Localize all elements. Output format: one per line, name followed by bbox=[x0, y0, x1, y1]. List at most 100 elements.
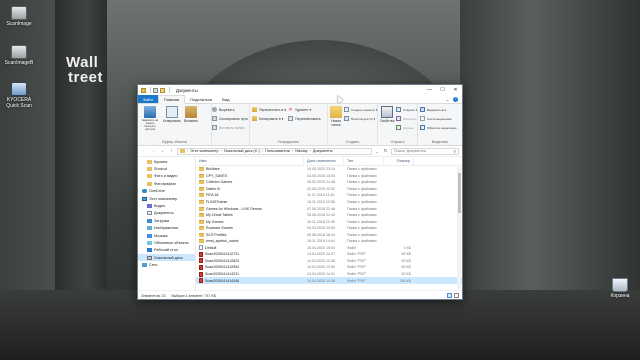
select-all-button[interactable]: Выделить все bbox=[420, 106, 457, 113]
breadcrumb-item[interactable]: Nikolay bbox=[295, 149, 307, 153]
nav-item[interactable]: Shotcut bbox=[138, 165, 195, 172]
nav-item[interactable]: OneDrive bbox=[138, 188, 195, 195]
file-type: Папка с файлами bbox=[347, 186, 377, 191]
collapse-ribbon-icon[interactable]: ⌄ bbox=[445, 97, 450, 102]
search-input[interactable]: Поиск: Документы ⚲ bbox=[391, 147, 459, 155]
close-button[interactable]: ✕ bbox=[449, 85, 462, 95]
desk-icon bbox=[147, 248, 152, 253]
new-folder-quick-icon[interactable] bbox=[160, 87, 165, 93]
file-date: 26.02.2019 21:48 bbox=[307, 180, 335, 185]
status-bar: Элементов: 23 Выбран 1 элемент: 747 КБ bbox=[138, 290, 462, 300]
pin-quick-access-button[interactable]: Закрепить на панели быстрого доступа bbox=[140, 106, 160, 138]
scrollbar-thumb[interactable] bbox=[457, 173, 461, 213]
help-icon[interactable]: ? bbox=[453, 96, 458, 102]
address-dropdown-button[interactable]: ⌄ bbox=[374, 149, 380, 154]
nav-item-label: Рабочий стол bbox=[154, 248, 178, 253]
move-to-button[interactable]: Переместить в ▾ bbox=[252, 106, 286, 113]
file-date: 11.07.2018 11:40 bbox=[307, 193, 335, 198]
tab-3[interactable]: Вид bbox=[217, 95, 234, 103]
nav-item-label: Этот компьютер bbox=[149, 196, 178, 201]
properties-quick-icon[interactable] bbox=[153, 87, 158, 93]
delete-button[interactable]: ✕ Удалить ▾ bbox=[288, 106, 321, 113]
file-date: 14.04.2020 12:38 bbox=[307, 258, 335, 263]
desktop-icon-kyocera[interactable]: KYOCERA Quick Scan bbox=[2, 82, 36, 109]
column-name[interactable]: Имя bbox=[196, 157, 304, 165]
properties-button[interactable]: Свойства bbox=[380, 106, 394, 138]
column-size[interactable]: Размер bbox=[384, 157, 414, 165]
breadcrumb-item[interactable]: Этот компьютер bbox=[190, 149, 218, 153]
large-icons-view-button[interactable] bbox=[454, 293, 459, 298]
folder-icon bbox=[199, 193, 204, 198]
wall-street-sign: Wall treet bbox=[66, 54, 104, 86]
nav-item-label: Локальный диск bbox=[154, 255, 183, 260]
nav-item[interactable]: Рабочий стол bbox=[138, 247, 195, 254]
recent-locations-button[interactable]: ⌄ bbox=[159, 148, 166, 155]
up-button[interactable]: ↑ bbox=[168, 148, 175, 155]
nav-item[interactable]: Видео bbox=[138, 202, 195, 209]
nav-item[interactable]: Объемные объекты bbox=[138, 239, 195, 246]
nav-item[interactable]: Загрузки bbox=[138, 217, 195, 224]
file-type: Папка с файлами bbox=[347, 180, 377, 185]
easy-access-button[interactable]: Простой доступ ▾ bbox=[344, 115, 377, 122]
breadcrumb-item[interactable]: Пользователи bbox=[265, 149, 290, 153]
file-type: Файл "PDF" bbox=[347, 272, 367, 277]
back-button[interactable]: ← bbox=[141, 148, 148, 155]
desktop-icon-recycle-bin[interactable]: Корзина bbox=[603, 278, 637, 299]
nav-item[interactable]: Кукояга bbox=[138, 158, 195, 165]
column-type[interactable]: Тип bbox=[344, 157, 384, 165]
desktop-icon-scan-1[interactable]: ScanImage bbox=[2, 6, 36, 27]
nav-item[interactable]: Музыка bbox=[138, 232, 195, 239]
nav-item[interactable]: Изображения bbox=[138, 225, 195, 232]
history-button[interactable]: Журнал bbox=[396, 124, 417, 131]
column-date[interactable]: Дата изменения bbox=[304, 157, 344, 165]
breadcrumb-separator[interactable]: › bbox=[292, 149, 293, 153]
scrollbar[interactable] bbox=[457, 167, 461, 289]
open-button[interactable]: Открыть ▾ bbox=[396, 106, 417, 113]
nav-item[interactable]: Локальный диск bbox=[138, 254, 195, 262]
nav-item[interactable]: Сеть bbox=[138, 261, 195, 268]
nav-item[interactable]: Документы bbox=[138, 210, 195, 217]
paste-shortcut-button[interactable]: Вставить ярлык bbox=[212, 124, 248, 131]
tab-0[interactable]: Файл bbox=[138, 95, 158, 103]
edit-icon bbox=[396, 116, 401, 121]
nav-item[interactable]: Фото и видео bbox=[138, 173, 195, 180]
file-row[interactable]: Scan2020041414346 14.04.2020 14:36 Файл "P… bbox=[196, 277, 462, 284]
pc-icon bbox=[142, 196, 147, 201]
rename-button[interactable]: Переименовать bbox=[288, 115, 321, 122]
new-folder-button[interactable]: Новая папка bbox=[330, 106, 342, 138]
scissors-icon bbox=[212, 107, 217, 112]
invert-selection-button[interactable]: Обратить выделение bbox=[420, 124, 457, 131]
new-item-button[interactable]: Создать элемент ▾ bbox=[344, 106, 377, 113]
copy-button[interactable]: Копировать bbox=[162, 106, 182, 138]
breadcrumb-separator[interactable]: › bbox=[262, 149, 263, 153]
tab-1[interactable]: Главная bbox=[157, 95, 186, 104]
open-icon bbox=[396, 107, 401, 112]
tab-2[interactable]: Поделиться bbox=[185, 95, 217, 103]
breadcrumb-item[interactable]: Локальный диск (C:) bbox=[224, 149, 260, 153]
refresh-button[interactable]: ↻ bbox=[382, 148, 389, 154]
maximize-button[interactable]: ☐ bbox=[436, 85, 449, 95]
copy-path-button[interactable]: Скопировать путь bbox=[212, 115, 248, 122]
file-name: Diablo III bbox=[206, 186, 221, 191]
breadcrumb-separator[interactable]: › bbox=[221, 149, 222, 153]
edit-button[interactable]: Изменить bbox=[396, 115, 417, 122]
desktop-icon-scan-2[interactable]: ScanImageB bbox=[2, 45, 36, 66]
breadcrumb-separator[interactable]: › bbox=[187, 149, 188, 153]
address-bar[interactable]: › Этот компьютер › Локальный диск (C:) › Поль… bbox=[177, 147, 372, 155]
details-view-button[interactable] bbox=[447, 293, 452, 298]
cut-button[interactable]: Вырезать bbox=[212, 106, 248, 113]
breadcrumb-item[interactable]: Документы bbox=[313, 149, 333, 153]
file-name: Scan2020041414346 bbox=[205, 278, 240, 283]
minimize-button[interactable]: — bbox=[423, 85, 436, 95]
nav-item[interactable]: Этот компьютер bbox=[138, 195, 195, 202]
folder-icon bbox=[147, 174, 152, 179]
nav-item[interactable]: Фотографии bbox=[138, 180, 195, 187]
select-none-button[interactable]: Снять выделение bbox=[420, 115, 457, 122]
title-bar[interactable]: Документы — ☐ ✕ bbox=[138, 85, 462, 95]
breadcrumb-separator[interactable]: › bbox=[310, 149, 311, 153]
copy-path-icon bbox=[212, 116, 217, 121]
select-group: Выделить все Снять выделение Обратить вы… bbox=[418, 104, 462, 145]
copy-to-button[interactable]: Копировать в ▾ bbox=[252, 115, 286, 122]
paste-button[interactable]: Вставить bbox=[184, 106, 198, 138]
forward-button[interactable]: → bbox=[150, 148, 157, 155]
